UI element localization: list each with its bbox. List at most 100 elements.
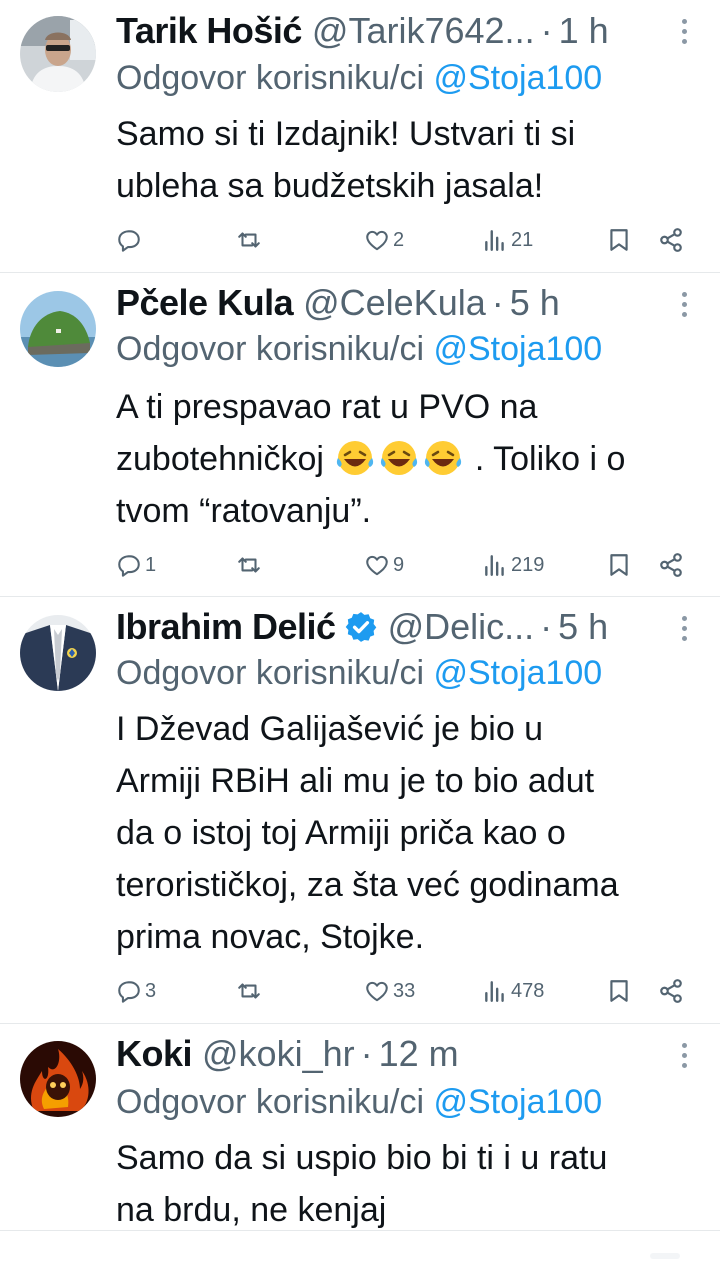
author-handle[interactable]: @Delic... — [388, 605, 535, 649]
laughing-crying-emoji-icon — [337, 441, 374, 475]
reply-count: 3 — [145, 979, 157, 1002]
reply-mention-link[interactable]: @Stoja100 — [433, 1083, 602, 1121]
bookmark-button[interactable] — [606, 971, 632, 1011]
laughing-crying-emoji-icon — [381, 441, 418, 475]
avatar[interactable] — [20, 291, 96, 367]
avatar[interactable] — [20, 615, 96, 691]
reply-button[interactable]: 1 — [116, 545, 156, 585]
retweet-button[interactable] — [236, 971, 265, 1011]
retweet-icon — [238, 557, 260, 573]
verified-badge-icon — [344, 610, 378, 644]
bookmark-button[interactable] — [606, 220, 632, 260]
tweet-time[interactable]: 5 h — [510, 281, 560, 325]
bookmark-button[interactable] — [606, 545, 632, 585]
tweet-text-line: tvom “ratovanju”. — [116, 492, 372, 530]
author-handle[interactable]: @Tarik7642... — [312, 9, 535, 53]
tweet[interactable]: Koki @koki_hr · 12 m Odgovor korisniku/c… — [0, 1024, 720, 1234]
reply-icon — [118, 555, 140, 577]
views-chart-icon — [485, 981, 504, 1002]
author-name[interactable]: Koki — [116, 1032, 193, 1076]
tweet-text-line: zubotehničkoj . Toliko i o — [116, 440, 626, 478]
reply-button[interactable]: 3 — [116, 971, 156, 1011]
reply-context: Odgovor korisniku/ci @Stoja100 — [116, 327, 700, 371]
author-name[interactable]: Pčele Kula — [116, 281, 294, 325]
author-name[interactable]: Ibrahim Delić — [116, 605, 336, 649]
man-with-glasses-in-car-avatar — [20, 16, 96, 92]
more-vertical-icon[interactable] — [674, 14, 694, 54]
more-vertical-icon[interactable] — [674, 611, 694, 651]
retweet-icon — [238, 983, 260, 999]
reply-context: Odgovor korisniku/ci @Stoja100 — [116, 1080, 700, 1124]
views-chart-icon — [485, 555, 504, 576]
tweet-text-line: Samo da si uspio bio bi ti i u ratu — [116, 1139, 608, 1177]
share-button[interactable] — [658, 220, 684, 260]
tweet-time[interactable]: 1 h — [559, 9, 609, 53]
tweet[interactable]: Ibrahim Delić @Delic... · 5 h Odgovor ko… — [0, 597, 720, 1023]
reply-mention-link[interactable]: @Stoja100 — [433, 330, 602, 368]
tweet-text: A ti prespavao rat u PVO na zubotehničko… — [116, 381, 706, 537]
tweet-actions: 2 21 — [116, 220, 696, 260]
author-name[interactable]: Tarik Hošić — [116, 9, 302, 53]
reply-mention-link[interactable]: @Stoja100 — [433, 654, 602, 692]
tweet[interactable]: Pčele Kula @CeleKula · 5 h Odgovor koris… — [0, 273, 720, 596]
author-handle[interactable]: @CeleKula — [303, 281, 486, 325]
laughing-emoji-group — [333, 440, 474, 478]
views-button[interactable]: 21 — [482, 220, 533, 260]
like-count: 33 — [393, 979, 416, 1002]
more-vertical-icon[interactable] — [674, 287, 694, 327]
tweet-text: Samo si ti Izdajnik! Ustvari ti si ubleh… — [116, 108, 706, 212]
heart-icon — [366, 230, 388, 251]
tweet[interactable]: Tarik Hošić @Tarik7642... · 1 h Odgovor … — [0, 0, 720, 272]
laughing-crying-emoji-icon — [425, 441, 462, 475]
tweet-time[interactable]: 5 h — [558, 605, 608, 649]
bookmark-icon — [610, 980, 628, 1002]
bookmark-icon — [610, 229, 628, 251]
tweet-text-line: prima novac, Stojke. — [116, 918, 425, 956]
bookmark-icon — [610, 554, 628, 576]
tweet-text: I Dževad Galijašević je bio u Armiji RBi… — [116, 703, 706, 963]
reply-button[interactable] — [116, 220, 145, 260]
tweet-time[interactable]: 12 m — [379, 1032, 459, 1076]
divider — [0, 1230, 720, 1231]
reply-prefix: Odgovor korisniku/ci — [116, 330, 425, 368]
like-button[interactable]: 9 — [364, 545, 404, 585]
reply-prefix: Odgovor korisniku/ci — [116, 654, 425, 692]
fire-skull-avatar — [20, 1041, 96, 1117]
heart-icon — [366, 555, 388, 576]
more-vertical-icon[interactable] — [674, 1038, 694, 1078]
scroll-indicator — [650, 1253, 680, 1259]
avatar[interactable] — [20, 16, 96, 92]
like-button[interactable]: 2 — [364, 220, 404, 260]
reply-context: Odgovor korisniku/ci @Stoja100 — [116, 56, 700, 100]
tweet-actions: 3 33 478 — [116, 971, 696, 1011]
tweet-actions: 1 9 219 — [116, 545, 696, 585]
tweet-text-line: Samo si ti Izdajnik! Ustvari ti si — [116, 115, 576, 153]
reply-icon — [118, 981, 140, 1003]
avatar[interactable] — [20, 1041, 96, 1117]
views-button[interactable]: 478 — [482, 971, 544, 1011]
like-count: 2 — [393, 228, 405, 251]
tweet-text-line: terorističkoj, za šta već godinama — [116, 866, 619, 904]
retweet-button[interactable] — [236, 220, 265, 260]
views-chart-icon — [485, 230, 504, 251]
share-icon — [660, 553, 682, 577]
tweet-text: Samo da si uspio bio bi ti i u ratu na b… — [116, 1132, 706, 1236]
views-button[interactable]: 219 — [482, 545, 544, 585]
suit-with-lily-badge-avatar — [20, 615, 96, 691]
like-count: 9 — [393, 553, 405, 576]
share-icon — [660, 228, 682, 252]
retweet-button[interactable] — [236, 545, 265, 585]
tweet-text-line: I Dževad Galijašević je bio u — [116, 710, 544, 748]
tweet-text-line: A ti prespavao rat u PVO na — [116, 388, 538, 426]
share-button[interactable] — [658, 545, 684, 585]
reply-count: 1 — [145, 553, 157, 576]
reply-context: Odgovor korisniku/ci @Stoja100 — [116, 651, 700, 695]
like-button[interactable]: 33 — [364, 971, 415, 1011]
tweet-text-line: Armiji RBiH ali mu je to bio adut — [116, 762, 595, 800]
reply-mention-link[interactable]: @Stoja100 — [433, 59, 602, 97]
tweet-text-line: ubleha sa budžetskih jasala! — [116, 167, 544, 205]
green-island-cliff-avatar — [20, 291, 96, 367]
reply-prefix: Odgovor korisniku/ci — [116, 59, 425, 97]
share-button[interactable] — [658, 971, 684, 1011]
author-handle[interactable]: @koki_hr — [202, 1032, 355, 1076]
